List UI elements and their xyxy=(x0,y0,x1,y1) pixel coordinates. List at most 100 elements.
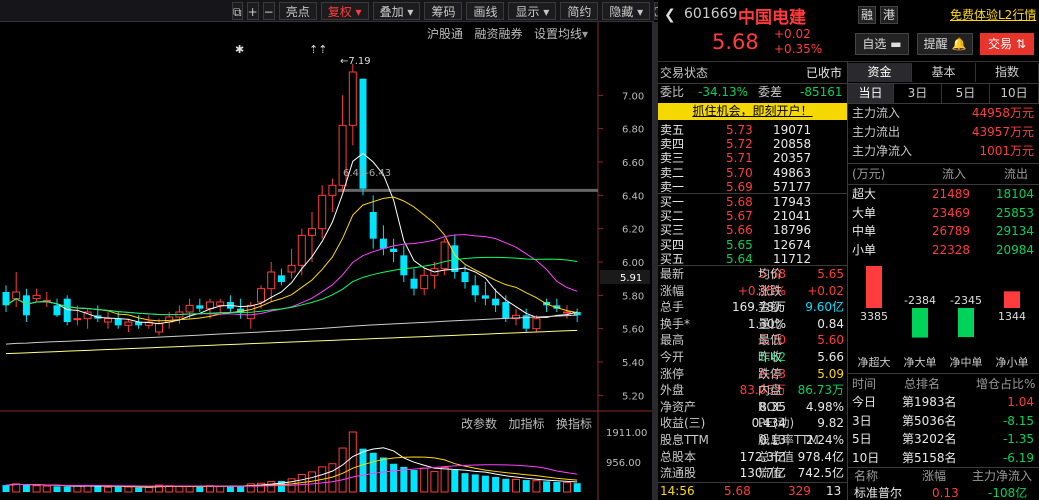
buys-level-volume: 12674 xyxy=(773,237,812,252)
volume-tick-label: 1911.00 xyxy=(606,428,647,439)
fund-table-label: 小单 xyxy=(852,242,877,257)
quote-label: 跌停 xyxy=(758,366,783,381)
toolbar-simple[interactable]: 简约 xyxy=(560,1,599,20)
buys-level-price: 5.65 xyxy=(726,237,753,252)
buys-level-volume: 18796 xyxy=(773,223,812,238)
collapse-icon[interactable]: ❮ xyxy=(664,7,676,23)
volume-bar xyxy=(522,480,530,492)
rank-position: 第5036名 xyxy=(902,413,957,428)
candle-body xyxy=(481,295,489,299)
link-switch-indicator[interactable]: 换指标 xyxy=(556,417,592,431)
zoom-out-button[interactable]: − xyxy=(262,1,275,20)
layout-icon[interactable]: ⧉ xyxy=(232,1,243,20)
volume-bar xyxy=(553,481,561,492)
y-tick-label: 6.00 xyxy=(622,258,644,269)
fund-row-label: 主力流入 xyxy=(852,106,901,120)
candle-body xyxy=(297,234,306,266)
candle-body xyxy=(185,304,194,313)
link-add-indicator[interactable]: 加指标 xyxy=(508,417,544,431)
tag-margin[interactable]: 融 xyxy=(858,6,876,24)
buys-level-price: 5.67 xyxy=(726,209,753,224)
quote-value: 4.98% xyxy=(805,399,844,414)
fund-bar-name: 净大单 xyxy=(904,355,937,369)
buys-level-volume: 17943 xyxy=(773,195,812,209)
zoom-in-button[interactable]: + xyxy=(246,1,259,20)
app-root: ⧉ + − 亮点 复权 ▾ 叠加 ▾ 筹码 画线 显示 ▾ 简约 隐藏 ▾ ⛶ … xyxy=(0,0,1039,500)
period-10d[interactable]: 10日 xyxy=(990,84,1039,103)
quote-value: 5.65 xyxy=(817,267,844,281)
quote-label: 流值 xyxy=(758,466,783,481)
buys-level-label: 买二 xyxy=(660,209,685,224)
period-5d[interactable]: 5日 xyxy=(942,84,990,103)
volume-bar xyxy=(216,485,225,493)
fund-table-label: 超大 xyxy=(852,187,877,201)
toolbar-adjust-selected[interactable]: 复权 ▾ xyxy=(320,1,369,20)
quote-value: 742.5亿 xyxy=(797,466,844,481)
volume-bar xyxy=(461,473,469,492)
quote-label: 内盘 xyxy=(758,383,783,398)
volume-bar xyxy=(532,480,541,493)
volume-bar xyxy=(410,470,418,492)
quote-label: ROE xyxy=(758,399,784,414)
bottom-row-name[interactable]: 标准普尔 xyxy=(854,485,902,500)
open-account-banner[interactable]: 抓住机会，即刻开户！ xyxy=(658,103,847,120)
fund-bar xyxy=(912,308,928,338)
sells-level-price: 5.69 xyxy=(726,179,753,194)
volume-bar xyxy=(481,475,489,492)
y-tick-label: 6.40 xyxy=(622,191,644,202)
promo-link[interactable]: 免费体验L2行情 xyxy=(950,6,1036,23)
indicator-links: 改参数 加指标 换指标 xyxy=(461,415,592,432)
tab-basic[interactable]: 基本 xyxy=(912,63,976,82)
volume-bar xyxy=(338,447,347,493)
volume-tick-label: 956.00 xyxy=(606,458,641,469)
star-marker: ✱ xyxy=(235,43,245,56)
tab-fund[interactable]: 资金 xyxy=(848,63,912,82)
candle-body xyxy=(114,318,122,326)
toolbar-draw[interactable]: 画线 xyxy=(466,1,505,20)
rank-position: 第3202名 xyxy=(902,432,957,446)
quote-label: 昨收 xyxy=(758,350,783,364)
buys-level-volume: 11712 xyxy=(773,251,812,266)
fund-table-in: 21489 xyxy=(931,187,970,201)
candle-body xyxy=(369,212,377,239)
sells-level-volume: 57177 xyxy=(773,179,812,194)
volume-bar xyxy=(492,476,500,492)
fund-bar xyxy=(866,266,882,308)
fund-table-in: 22328 xyxy=(931,242,970,257)
watchlist-button[interactable]: 自选 ▬ xyxy=(855,33,909,55)
period-3d[interactable]: 3日 xyxy=(894,84,942,103)
toolbar-highlight[interactable]: 亮点 xyxy=(278,1,317,20)
tab-index[interactable]: 指数 xyxy=(976,63,1039,82)
link-hk-connect[interactable]: 沪股通 xyxy=(427,27,463,41)
toolbar-hide[interactable]: 隐藏 ▾ xyxy=(602,1,651,20)
candle-body xyxy=(124,321,133,326)
kline-chart-area[interactable]: 7.00 6.80 6.60 6.40 6.20 6.00 5.80 5.60 5.40 5.20… xyxy=(0,22,654,500)
toolbar-display[interactable]: 显示 ▾ xyxy=(508,1,557,20)
fund-bar-name: 净超大 xyxy=(858,355,891,369)
tick-volume: 329 xyxy=(788,484,811,498)
rank-period: 今日 xyxy=(852,395,877,409)
volume-bar xyxy=(144,486,153,493)
toolbar-chips[interactable]: 筹码 xyxy=(424,1,463,20)
tag-hk[interactable]: 港 xyxy=(880,6,898,24)
link-margin[interactable]: 融资融券 xyxy=(474,27,522,41)
alert-button[interactable]: 提醒 🔔 xyxy=(917,33,973,55)
quote-value: 5.09 xyxy=(817,366,844,381)
status-value: 已收市 xyxy=(806,66,843,80)
trade-button[interactable]: 交易 ⇅ xyxy=(980,33,1034,55)
quote-label: 涨停 xyxy=(660,366,685,381)
y-tick-label: 6.80 xyxy=(622,125,644,136)
rank-period: 5日 xyxy=(852,432,872,446)
volume-bar xyxy=(451,470,459,492)
candle-body xyxy=(410,278,418,289)
candle-body xyxy=(196,305,204,309)
link-edit-params[interactable]: 改参数 xyxy=(461,417,497,431)
link-ma-settings[interactable]: 设置均线 xyxy=(534,27,582,41)
crosshair-label: 6.43-6.43 xyxy=(343,168,392,179)
candle-body xyxy=(440,241,449,270)
period-today[interactable]: 当日 xyxy=(848,84,894,103)
candle-body xyxy=(155,323,163,333)
toolbar-overlay[interactable]: 叠加 ▾ xyxy=(372,1,421,20)
quote-value: 0.84 xyxy=(817,316,844,331)
candle-body xyxy=(267,271,276,290)
